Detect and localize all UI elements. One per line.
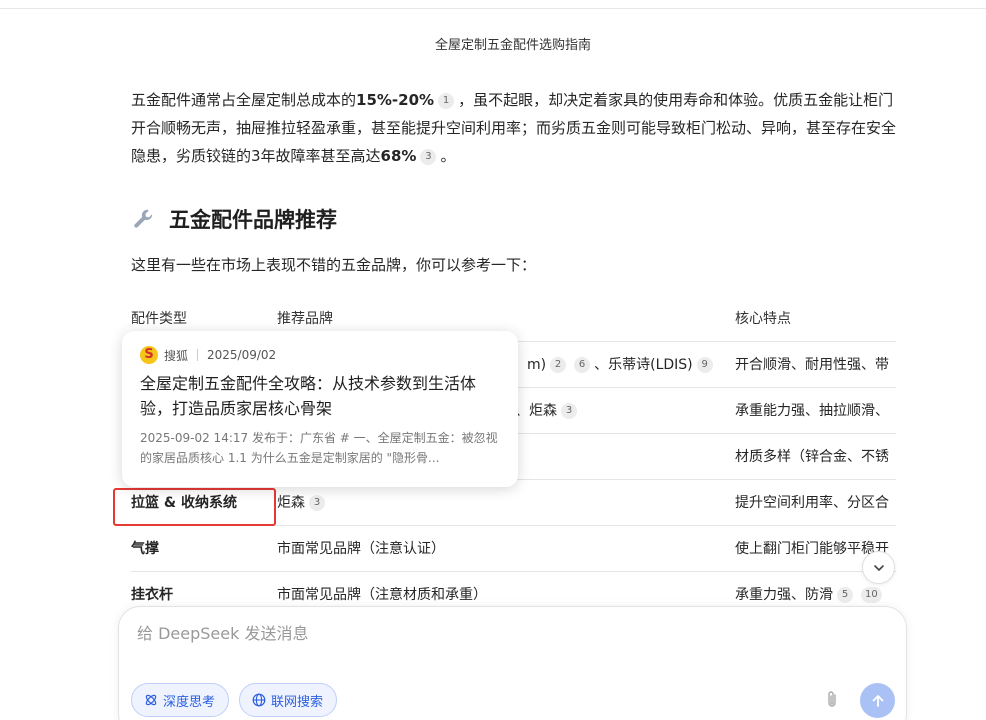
sohu-logo-icon: S [140, 346, 158, 364]
row-brand: 市面常见品牌（注意认证） [277, 526, 727, 572]
row-feature: 提升空间利用率、分区合 [735, 480, 896, 526]
popup-meta: S 搜狐 2025/09/02 [140, 345, 500, 365]
citation-badge[interactable]: 10 [861, 587, 882, 603]
arrow-up-icon [870, 693, 886, 709]
paperclip-icon[interactable] [821, 689, 843, 711]
message-composer: 深度思考 联网搜索 [118, 606, 907, 720]
message-input[interactable] [137, 621, 837, 645]
deep-think-button[interactable]: 深度思考 [131, 683, 229, 717]
web-search-label: 联网搜索 [271, 691, 323, 710]
column-header: 核心特点 [735, 296, 896, 342]
citation-badge[interactable]: 1 [438, 93, 454, 109]
citation-badge[interactable]: 3 [309, 495, 325, 511]
globe-icon [252, 693, 266, 707]
send-button[interactable] [860, 683, 895, 718]
popup-source: 搜狐 [164, 347, 188, 364]
popup-date: 2025/09/02 [207, 348, 276, 362]
citation-badge[interactable]: 3 [420, 149, 436, 165]
citation-badge[interactable]: 3 [561, 403, 577, 419]
highlight-box [113, 488, 276, 526]
popup-snippet: 2025-09-02 14:17 发布于：广东省 # 一、全屋定制五金：被忽视的… [140, 428, 500, 468]
citation-badge[interactable]: 2 [550, 357, 566, 373]
row-feature: 材质多样（锌合金、不锈 [735, 434, 896, 480]
popup-title[interactable]: 全屋定制五金配件全攻略：从技术参数到生活体验，打造品质家居核心骨架 [140, 371, 500, 421]
row-type: 气撑 [131, 526, 271, 572]
scroll-down-button[interactable] [862, 551, 895, 584]
citation-popup[interactable]: S 搜狐 2025/09/02 全屋定制五金配件全攻略：从技术参数到生活体验，打… [122, 331, 518, 487]
citation-badge[interactable]: 9 [697, 357, 713, 373]
web-search-button[interactable]: 联网搜索 [239, 683, 337, 717]
chevron-down-icon [872, 561, 886, 575]
top-divider [0, 8, 986, 9]
section-heading-text: 五金配件品牌推荐 [169, 204, 337, 234]
page-title: 全屋定制五金配件选购指南 [0, 34, 986, 53]
atom-icon [144, 693, 158, 707]
wrench-icon [131, 206, 157, 232]
meta-divider [197, 349, 198, 361]
section-intro: 这里有一些在市场上表现不错的五金品牌，你可以参考一下： [131, 254, 536, 275]
section-heading: 五金配件品牌推荐 [131, 204, 337, 234]
citation-badge[interactable]: 5 [837, 587, 853, 603]
table-row: 气撑 市面常见品牌（注意认证） 使上翻门柜门能够平稳开 [131, 526, 896, 572]
intro-paragraph: 五金配件通常占全屋定制总成本的15%-20%1，虽不起眼，却决定着家具的使用寿命… [131, 86, 896, 170]
deep-think-label: 深度思考 [163, 691, 215, 710]
row-feature: 开合顺滑、耐用性强、带 [735, 342, 896, 388]
row-feature: 承重能力强、抽拉顺滑、 [735, 388, 896, 434]
citation-badge[interactable]: 6 [574, 357, 590, 373]
